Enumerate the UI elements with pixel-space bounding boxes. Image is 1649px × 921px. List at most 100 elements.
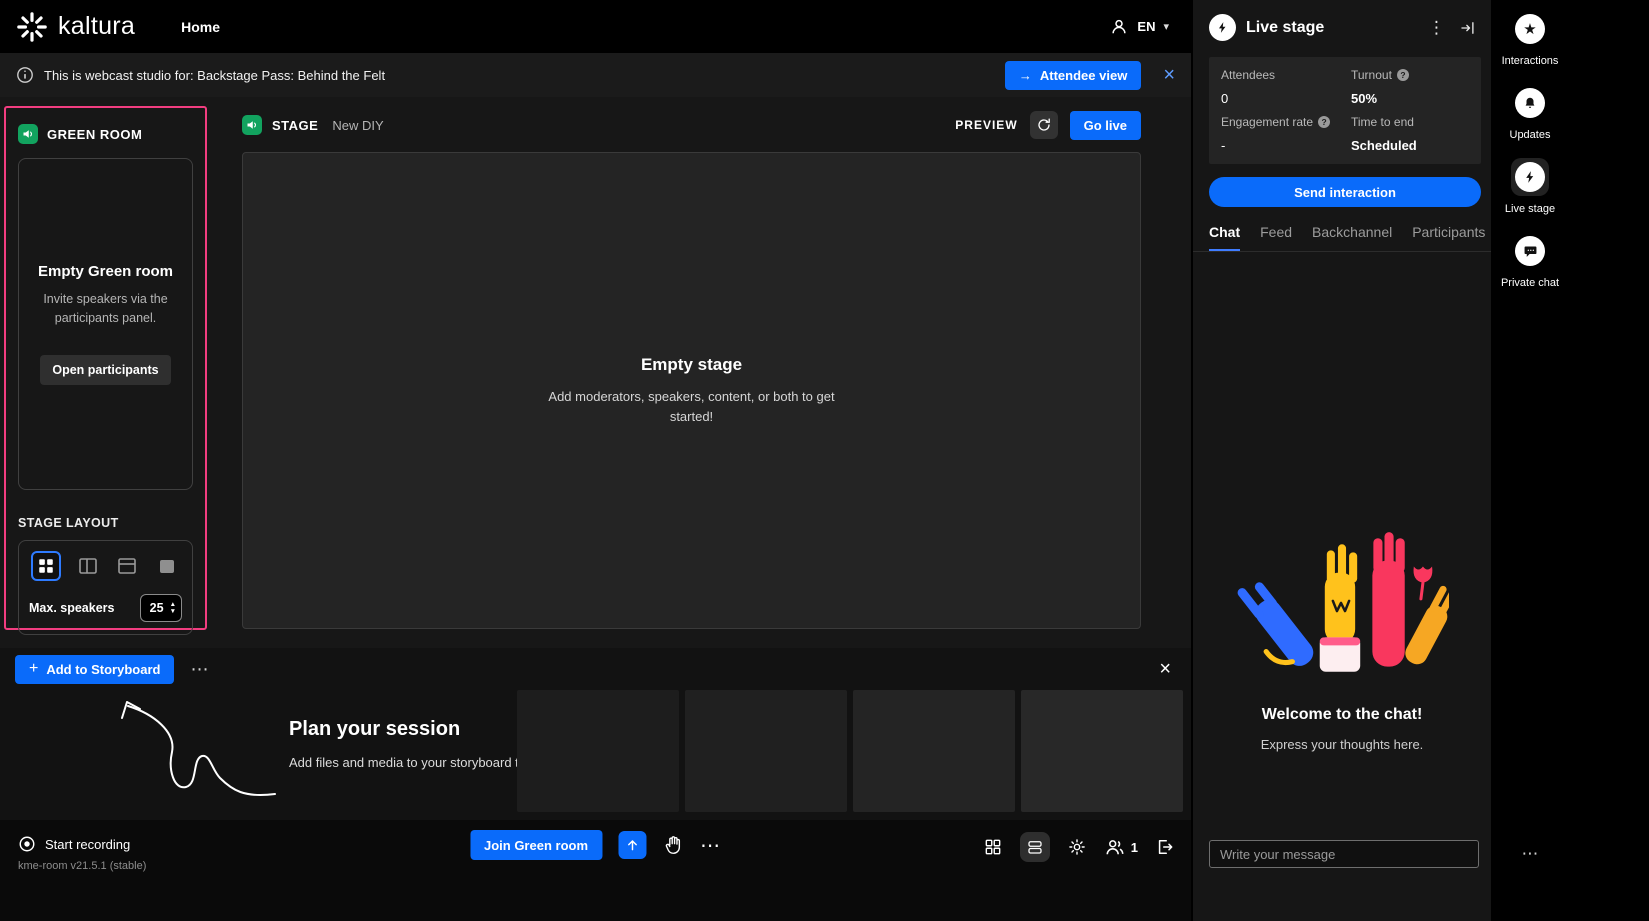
speaker-icon [242, 115, 262, 135]
turnout-label-text: Turnout [1351, 68, 1392, 82]
stage-title: STAGE [272, 118, 318, 133]
rows-layout-icon [116, 555, 138, 577]
recording-block: Start recording kme-room v21.5.1 (stable… [18, 835, 146, 872]
sidebar-item-label: Private chat [1501, 277, 1559, 289]
gear-icon [1067, 837, 1087, 857]
bottom-bar: Start recording kme-room v21.5.1 (stable… [0, 820, 1191, 921]
layout-single-option[interactable] [154, 553, 180, 579]
stepper-arrows: ▲ ▼ [170, 601, 176, 615]
add-to-storyboard-button[interactable]: + Add to Storyboard [15, 655, 174, 684]
attendee-view-button[interactable]: → Attendee view [1005, 61, 1141, 90]
studio-content: GREEN ROOM Empty Green room Invite speak… [0, 97, 1191, 648]
storyboard-slot[interactable] [1021, 690, 1183, 812]
turnout-value: 50% [1351, 91, 1469, 106]
layout-grid-option[interactable] [31, 551, 61, 581]
stage-layout-card: Max. speakers 25 ▲ ▼ [18, 540, 193, 635]
engagement-rate-value: - [1221, 138, 1351, 153]
plan-session-title: Plan your session [289, 718, 460, 741]
stage-canvas[interactable]: Empty stage Add moderators, speakers, co… [242, 152, 1141, 629]
send-interaction-button[interactable]: Send interaction [1209, 177, 1481, 207]
stepper-up-icon[interactable]: ▲ [170, 601, 176, 608]
storyboard-slot[interactable] [517, 690, 679, 812]
turnout-label: Turnout ? [1351, 68, 1469, 82]
sidebar-item-interactions[interactable]: ★ Interactions [1491, 10, 1569, 67]
participants-button[interactable]: 1 [1104, 837, 1138, 857]
engagement-label-text: Engagement rate [1221, 115, 1313, 129]
app-root: kaltura Home EN ▾ This is webcast studio… [0, 0, 1649, 921]
sidebar-item-label: Updates [1510, 129, 1551, 141]
session-controls: Join Green room ⋯ [470, 830, 721, 860]
exit-icon [1155, 837, 1175, 857]
help-icon[interactable]: ? [1397, 69, 1409, 81]
lightning-badge [1209, 14, 1236, 41]
green-room-panel: GREEN ROOM Empty Green room Invite speak… [4, 106, 207, 630]
chat-more-icon[interactable]: ⋯ [1517, 844, 1543, 864]
start-recording-button[interactable]: Start recording [18, 835, 146, 853]
storyboard-slot[interactable] [685, 690, 847, 812]
stage-subtitle: New DIY [332, 118, 383, 133]
live-stage-panel: Live stage ⋮ Attendees Turnout ? 0 50% E… [1191, 0, 1491, 921]
sidebar-item-live-stage[interactable]: Live stage [1491, 158, 1569, 215]
leave-session-button[interactable] [1155, 837, 1175, 857]
stepper-down-icon[interactable]: ▼ [170, 608, 176, 615]
language-selector[interactable]: EN [1137, 19, 1155, 34]
time-to-end-label: Time to end [1351, 115, 1469, 129]
live-stage-badge [1515, 162, 1545, 192]
max-speakers-value: 25 [150, 601, 164, 615]
chat-welcome-title: Welcome to the chat! [1262, 706, 1423, 724]
lightning-icon [1523, 170, 1537, 184]
storyboard-slot[interactable] [853, 690, 1015, 812]
help-icon[interactable]: ? [1318, 116, 1330, 128]
brand-name: kaltura [58, 12, 135, 41]
tab-participants[interactable]: Participants [1412, 224, 1485, 251]
present-button[interactable] [618, 831, 646, 859]
sidebar-item-private-chat[interactable]: Private chat [1491, 232, 1569, 289]
refresh-icon [1036, 117, 1052, 133]
layout-view-button[interactable] [1020, 832, 1050, 862]
time-to-end-value: Scheduled [1351, 138, 1469, 153]
main-column: kaltura Home EN ▾ This is webcast studio… [0, 0, 1191, 921]
chat-welcome-block: Welcome to the chat! Express your though… [1193, 522, 1491, 752]
live-stage-header-actions: ⋮ [1428, 18, 1477, 38]
sidebar-item-updates[interactable]: Updates [1491, 84, 1569, 141]
lightning-icon [1216, 21, 1229, 34]
banner-close-icon[interactable]: × [1163, 65, 1175, 85]
split-layout-icon [77, 555, 99, 577]
nav-home[interactable]: Home [181, 19, 220, 35]
single-layout-icon [156, 555, 178, 577]
kaltura-logo[interactable]: kaltura [16, 11, 135, 43]
layout-rows-option[interactable] [114, 553, 140, 579]
user-icon[interactable] [1109, 17, 1129, 37]
max-speakers-stepper[interactable]: 25 ▲ ▼ [140, 594, 182, 622]
attendees-label: Attendees [1221, 68, 1351, 82]
settings-button[interactable] [1067, 837, 1087, 857]
tab-backchannel[interactable]: Backchannel [1312, 224, 1392, 251]
refresh-preview-button[interactable] [1030, 111, 1058, 139]
tab-chat[interactable]: Chat [1209, 224, 1240, 251]
collapse-panel-icon[interactable] [1459, 19, 1477, 37]
open-participants-button[interactable]: Open participants [40, 355, 170, 385]
layout-split-option[interactable] [75, 553, 101, 579]
gallery-view-button[interactable] [983, 837, 1003, 857]
stage-actions: PREVIEW Go live [955, 111, 1141, 140]
add-to-storyboard-label: Add to Storyboard [46, 662, 160, 677]
storyboard-more-icon[interactable]: ⋯ [190, 659, 209, 680]
raise-hand-button[interactable] [662, 834, 684, 856]
private-chat-icon-wrap [1511, 232, 1549, 270]
panel-menu-icon[interactable]: ⋮ [1428, 18, 1445, 38]
go-live-button[interactable]: Go live [1070, 111, 1141, 140]
banner-actions: → Attendee view × [1005, 61, 1175, 90]
stage-section: STAGE New DIY PREVIEW Go live [242, 97, 1141, 648]
join-green-room-button[interactable]: Join Green room [470, 830, 602, 860]
live-stage-title: Live stage [1246, 19, 1324, 37]
chat-message-input[interactable] [1209, 840, 1479, 868]
more-controls-icon[interactable]: ⋯ [700, 833, 721, 858]
private-chat-badge [1515, 236, 1545, 266]
storyboard-close-icon[interactable]: × [1159, 659, 1171, 679]
arrow-up-icon [624, 837, 640, 853]
tab-feed[interactable]: Feed [1260, 224, 1292, 251]
view-controls: 1 [983, 832, 1175, 862]
empty-stage-title: Empty stage [641, 355, 742, 375]
chevron-down-icon[interactable]: ▾ [1163, 20, 1169, 33]
live-stage-icon-wrap [1511, 158, 1549, 196]
